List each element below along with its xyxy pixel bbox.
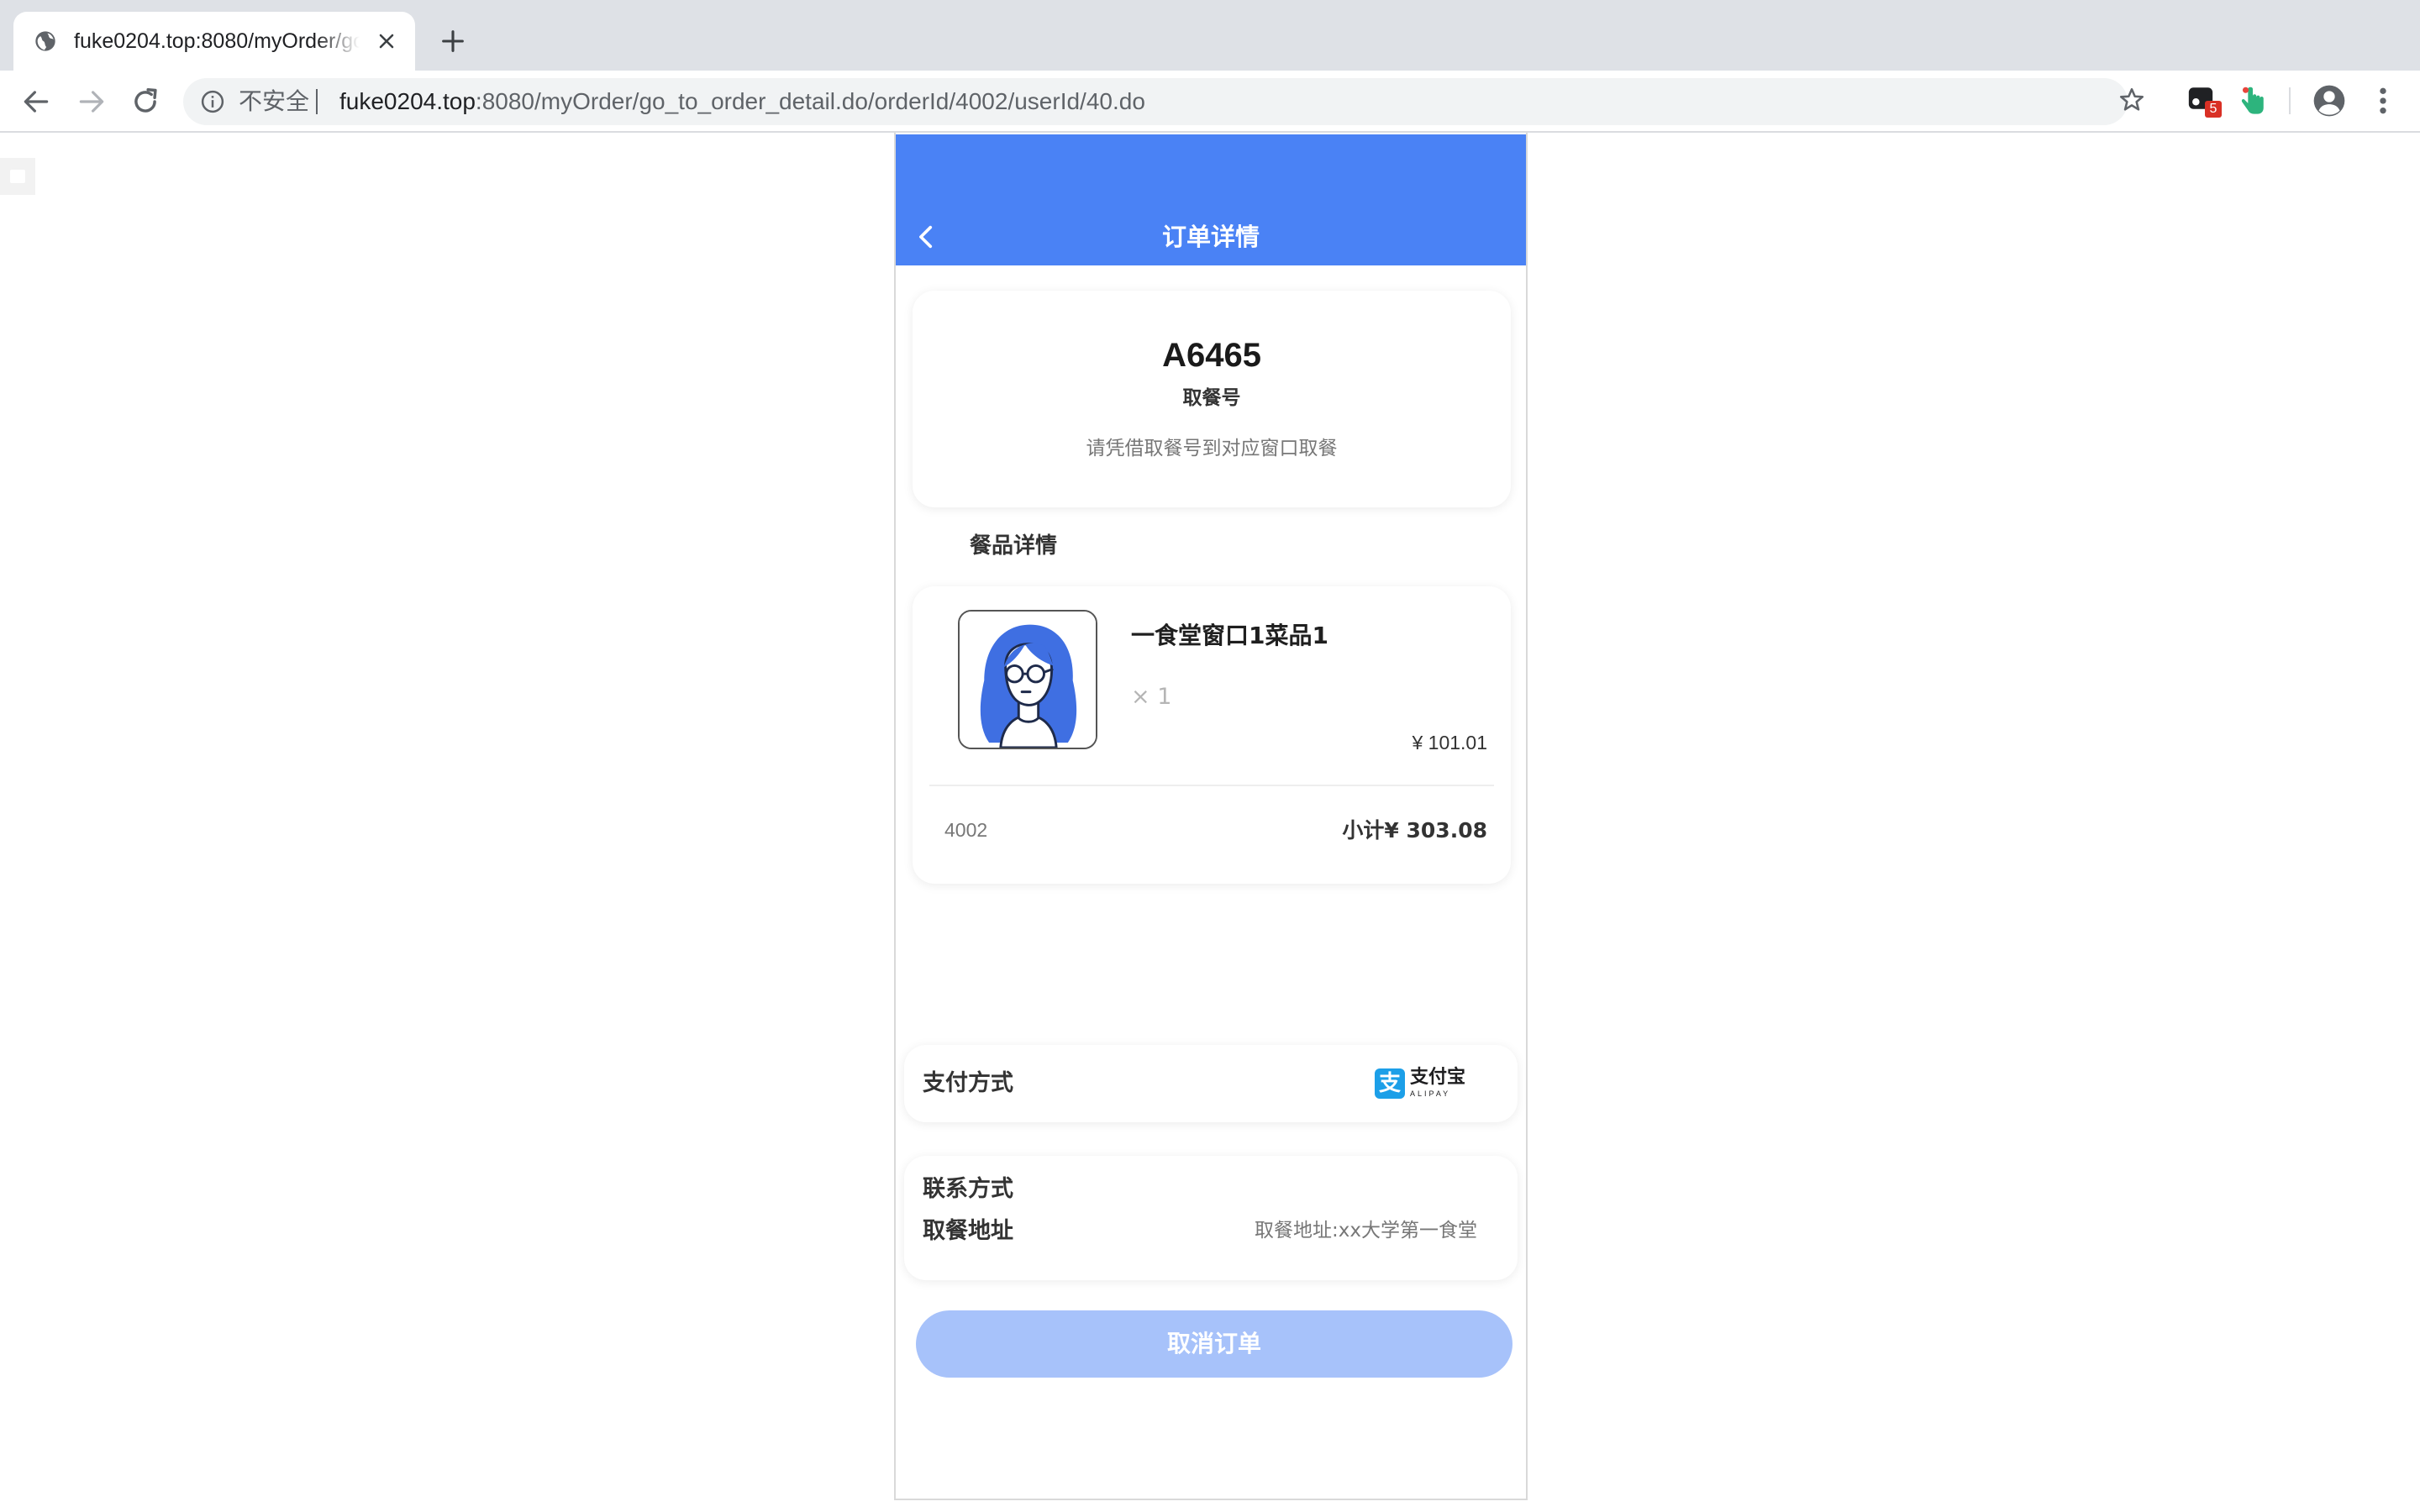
app-header: 订单详情: [896, 134, 1526, 265]
toolbar-divider: [2289, 87, 2291, 114]
avatar-illustration-icon: [960, 612, 1096, 748]
alipay-icon: 支: [1375, 1068, 1405, 1099]
close-icon[interactable]: [375, 29, 398, 53]
pickup-address-value: 取餐地址:xx大学第一食堂: [1255, 1220, 1477, 1242]
mobile-page-frame: 订单详情 A6465 取餐号 请凭借取餐号到对应窗口取餐 餐品详情 一食堂窗口1…: [894, 133, 1528, 1500]
tab-title: fuke0204.top:8080/myOrder/go_to_order_de…: [74, 29, 360, 53]
url-host: fuke0204.top: [339, 88, 476, 114]
touch-extension-icon[interactable]: [2238, 84, 2267, 118]
contact-card: 联系方式 取餐地址 取餐地址:xx大学第一食堂: [904, 1156, 1518, 1280]
pickup-hint: 请凭借取餐号到对应窗口取餐: [1086, 438, 1338, 459]
browser-tab-strip: fuke0204.top:8080/myOrder/go_to_order_de…: [0, 0, 2420, 71]
new-tab-plus-icon[interactable]: [439, 27, 467, 55]
globe-icon: [35, 31, 55, 51]
pickup-code-label: 取餐号: [1182, 387, 1241, 409]
back-arrow-icon[interactable]: [20, 86, 52, 118]
browser-toolbar: 不安全 fuke0204.top:8080/myOrder/go_to_orde…: [0, 71, 2420, 133]
alipay-name: 支付宝: [1410, 1067, 1466, 1088]
contact-label: 联系方式: [923, 1176, 1013, 1202]
address-bar[interactable]: 不安全 fuke0204.top:8080/myOrder/go_to_orde…: [183, 78, 2128, 125]
pickup-code: A6465: [1162, 337, 1261, 374]
url-text[interactable]: fuke0204.top:8080/myOrder/go_to_order_de…: [339, 87, 1145, 117]
cancel-order-button[interactable]: 取消订单: [916, 1310, 1512, 1378]
food-item-name: 一食堂窗口1菜品1: [1131, 622, 1328, 649]
food-item-quantity: × 1: [1131, 684, 1172, 710]
info-icon[interactable]: [200, 89, 225, 114]
extension-badge: 5: [2205, 101, 2222, 118]
more-vertical-icon[interactable]: [2371, 84, 2395, 118]
security-status-label[interactable]: 不安全: [239, 87, 309, 117]
forward-arrow-icon[interactable]: [76, 86, 108, 118]
order-id: 4002: [944, 819, 988, 841]
alipay-logo: 支 支付宝 ALIPAY: [1375, 1067, 1467, 1100]
divider: [929, 785, 1494, 786]
url-separator: [316, 89, 318, 114]
food-item-price: ¥ 101.01: [1412, 732, 1487, 753]
order-subtotal: 小计¥ 303.08: [1342, 818, 1487, 843]
food-section-title: 餐品详情: [970, 533, 1058, 559]
pickup-code-card: A6465 取餐号 请凭借取餐号到对应窗口取餐: [913, 291, 1511, 507]
profile-avatar-icon[interactable]: [2312, 84, 2346, 118]
browser-tab-active[interactable]: fuke0204.top:8080/myOrder/go_to_order_de…: [13, 12, 415, 71]
alipay-subtitle: ALIPAY: [1410, 1089, 1451, 1098]
extension-button[interactable]: 5: [2186, 84, 2222, 119]
payment-method-card: 支付方式 支 支付宝 ALIPAY: [904, 1045, 1518, 1122]
payment-method-label: 支付方式: [923, 1070, 1013, 1096]
bookmark-star-icon[interactable]: [2118, 86, 2146, 114]
food-image: [958, 610, 1097, 749]
page-title: 订单详情: [1161, 223, 1260, 251]
reload-icon[interactable]: [129, 86, 161, 118]
url-path: :8080/myOrder/go_to_order_detail.do/orde…: [475, 88, 1145, 114]
food-details-card: 一食堂窗口1菜品1 × 1 ¥ 101.01 4002 小计¥ 303.08: [913, 586, 1511, 884]
pickup-address-label: 取餐地址: [923, 1218, 1013, 1244]
page-corner-widget: [0, 158, 35, 195]
